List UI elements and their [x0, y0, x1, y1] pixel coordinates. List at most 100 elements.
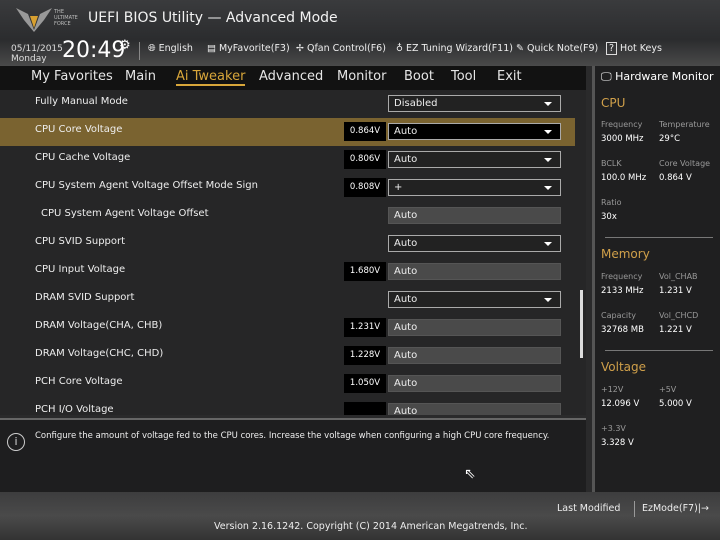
divider — [605, 237, 713, 238]
setting-row[interactable]: PCH Core Voltage 1.050V Auto — [0, 370, 575, 398]
globe-icon: 🌐︎ — [148, 43, 156, 54]
ezmode-button[interactable]: EzMode(F7)|→ — [642, 503, 709, 514]
setting-row[interactable]: DRAM Voltage(CHC, CHD) 1.228V Auto — [0, 342, 575, 370]
setting-dropdown[interactable]: Auto — [388, 291, 561, 308]
label: English — [158, 43, 193, 54]
hardware-monitor-title: 🖵︎ Hardware Monitor — [601, 70, 714, 84]
tab-main[interactable]: Main — [125, 69, 156, 84]
v33: 3.328 V — [601, 438, 634, 448]
hot-keys-button[interactable]: ? Hot Keys — [606, 42, 662, 55]
logo-text: THE ULTIMATE FORCE — [54, 9, 78, 27]
setting-dropdown[interactable]: Auto — [388, 123, 561, 140]
setting-dropdown[interactable]: Auto — [388, 235, 561, 252]
setting-name: DRAM Voltage(CHC, CHD) — [35, 348, 164, 359]
memory-frequency: 2133 MHz — [601, 286, 644, 296]
setting-input[interactable]: Auto — [388, 263, 561, 280]
setting-row[interactable]: CPU Core Voltage 0.864V Auto — [0, 118, 575, 146]
fan-icon: ✢ — [296, 43, 304, 54]
tab-boot[interactable]: Boot — [404, 69, 434, 84]
label: Qfan Control(F6) — [306, 43, 386, 54]
note-icon: ✎ — [516, 43, 524, 54]
date-value: 05/11/2015 — [11, 44, 63, 54]
voltage-section-title: Voltage — [601, 360, 647, 374]
tab-tool[interactable]: Tool — [451, 69, 476, 84]
vol-chab: 1.231 V — [659, 286, 692, 296]
setting-row[interactable]: CPU SVID Support Auto — [0, 230, 575, 258]
ez-tuning-wizard-button[interactable]: ♁ EZ Tuning Wizard(F11) — [396, 43, 513, 54]
last-modified-button[interactable]: Last Modified — [557, 503, 620, 514]
tab-monitor[interactable]: Monitor — [337, 69, 386, 84]
current-value: 1.680V — [344, 262, 386, 281]
setting-row[interactable]: DRAM SVID Support Auto — [0, 286, 575, 314]
monitor-icon: 🖵︎ — [601, 70, 612, 83]
label: EZ Tuning Wizard(F11) — [405, 43, 513, 54]
label: MyFavorite(F3) — [218, 43, 290, 54]
header: THE ULTIMATE FORCE UEFI BIOS Utility — Adv… — [0, 0, 720, 66]
core-voltage: 0.864 V — [659, 173, 692, 183]
footer: Last Modified EzMode(F7)|→ Version 2.16.… — [0, 492, 720, 540]
qfan-control-button[interactable]: ✢ Qfan Control(F6) — [296, 43, 386, 54]
setting-input[interactable]: Auto — [388, 403, 561, 415]
label: +12V — [601, 385, 624, 394]
date: 05/11/2015 Monday — [11, 44, 63, 64]
label: Quick Note(F9) — [526, 43, 599, 54]
setting-name: CPU System Agent Voltage Offset Mode Sig… — [35, 180, 258, 191]
capacity: 32768 MB — [601, 325, 644, 335]
label: Hot Keys — [620, 43, 662, 54]
tab-ai-tweaker[interactable]: Ai Tweaker — [176, 69, 246, 86]
setting-row[interactable]: CPU System Agent Voltage Offset Auto — [0, 202, 575, 230]
myfavorite-button[interactable]: ▤ MyFavorite(F3) — [207, 43, 290, 54]
cpu-temperature: 29°C — [659, 134, 681, 144]
setting-row[interactable]: Fully Manual Mode Disabled — [0, 90, 575, 118]
setting-name: DRAM Voltage(CHA, CHB) — [35, 320, 163, 331]
setting-dropdown[interactable]: + — [388, 179, 561, 196]
cpu-frequency: 3000 MHz — [601, 134, 644, 144]
divider — [139, 42, 140, 60]
setting-input[interactable]: Auto — [388, 319, 561, 336]
label: Frequency — [601, 272, 643, 281]
setting-input[interactable]: Auto — [388, 347, 561, 364]
language-button[interactable]: 🌐︎ English — [148, 43, 193, 54]
bclk: 100.0 MHz — [601, 173, 647, 183]
setting-row[interactable]: PCH I/O Voltage Auto — [0, 398, 575, 415]
cpu-section-title: CPU — [601, 96, 626, 110]
setting-row[interactable]: CPU Input Voltage 1.680V Auto — [0, 258, 575, 286]
setting-name: PCH I/O Voltage — [35, 404, 114, 415]
label: +5V — [659, 385, 677, 394]
current-value: 1.050V — [344, 374, 386, 393]
vol-chcd: 1.221 V — [659, 325, 692, 335]
setting-name: CPU Core Voltage — [35, 124, 123, 135]
app-title: UEFI BIOS Utility — Advanced Mode — [88, 10, 338, 26]
day-value: Monday — [11, 54, 47, 64]
setting-row[interactable]: DRAM Voltage(CHA, CHB) 1.231V Auto — [0, 314, 575, 342]
current-value: 0.808V — [344, 178, 386, 197]
setting-input[interactable]: Auto — [388, 207, 561, 224]
gear-icon[interactable]: ⚙ — [119, 38, 131, 53]
hardware-monitor: 🖵︎ Hardware Monitor CPU Frequency 3000 M… — [592, 66, 720, 492]
setting-name: CPU System Agent Voltage Offset — [41, 208, 209, 219]
quick-note-button[interactable]: ✎ Quick Note(F9) — [516, 43, 598, 54]
setting-row[interactable]: CPU System Agent Voltage Offset Mode Sig… — [0, 174, 575, 202]
tab-advanced[interactable]: Advanced — [259, 69, 323, 84]
clock: 20:49 — [62, 38, 126, 63]
mouse-cursor-icon: ⇖ — [464, 466, 476, 482]
label: BCLK — [601, 159, 622, 168]
setting-dropdown[interactable]: Auto — [388, 151, 561, 168]
setting-name: DRAM SVID Support — [35, 292, 135, 303]
setting-dropdown[interactable]: Disabled — [388, 95, 561, 112]
tab-exit[interactable]: Exit — [497, 69, 522, 84]
label: Vol_CHAB — [659, 272, 698, 281]
label: Frequency — [601, 120, 643, 129]
setting-name: CPU Input Voltage — [35, 264, 126, 275]
settings-list: Fully Manual Mode Disabled CPU Core Voltag… — [0, 90, 586, 415]
help-panel: i Configure the amount of voltage fed to… — [0, 418, 586, 492]
tab-my-favorites[interactable]: My Favorites — [31, 69, 113, 84]
label: +3.3V — [601, 424, 626, 433]
label: Capacity — [601, 311, 636, 320]
setting-input[interactable]: Auto — [388, 375, 561, 392]
scrollbar[interactable] — [580, 290, 583, 358]
setting-row[interactable]: CPU Cache Voltage 0.806V Auto — [0, 146, 575, 174]
setting-name: PCH Core Voltage — [35, 376, 123, 387]
current-value: 1.228V — [344, 346, 386, 365]
label: Temperature — [659, 120, 710, 129]
